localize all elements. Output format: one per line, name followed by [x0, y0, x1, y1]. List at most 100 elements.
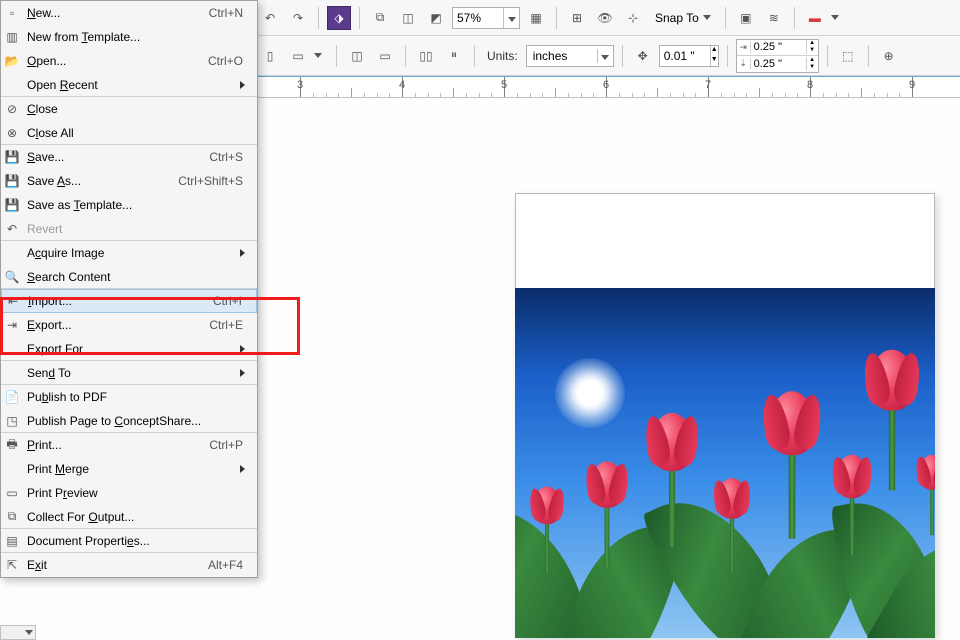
- tool-btn-d[interactable]: ◩: [424, 6, 448, 30]
- ruler-tick: [593, 93, 594, 97]
- menu-item-publish-concept[interactable]: ◳Publish Page to ConceptShare...: [1, 409, 257, 433]
- ruler-tick: [861, 88, 862, 97]
- nudge-input[interactable]: [660, 46, 710, 66]
- spin-up[interactable]: ▲: [711, 46, 718, 56]
- blank-icon: [1, 458, 23, 480]
- ruler-tick: [683, 93, 684, 97]
- tool-btn-i[interactable]: ▣: [734, 6, 758, 30]
- ruler-tick: [530, 93, 531, 97]
- menu-label: Close: [23, 102, 249, 116]
- menu-item-doc-props[interactable]: ▤Document Properties...: [1, 529, 257, 553]
- prop-btn-f[interactable]: ⊕: [877, 44, 901, 68]
- close-all-icon: ⊗: [1, 122, 23, 144]
- menu-item-print-merge[interactable]: Print Merge: [1, 457, 257, 481]
- status-dropdown[interactable]: [0, 625, 36, 640]
- menu-shortcut: Ctrl+I: [213, 294, 248, 308]
- dup-y-input[interactable]: [751, 56, 806, 71]
- ruler-tick: [338, 93, 339, 97]
- zoom-dropdown[interactable]: [503, 8, 519, 28]
- dup-x-input[interactable]: [751, 40, 806, 55]
- spin-up[interactable]: ▲: [807, 57, 818, 64]
- menu-shortcut: Ctrl+N: [209, 6, 249, 20]
- menu-item-new[interactable]: ▫New...Ctrl+N: [1, 1, 257, 25]
- tool-btn-j[interactable]: ≋: [762, 6, 786, 30]
- prop-btn-b[interactable]: ▭: [373, 44, 397, 68]
- menu-item-open-recent[interactable]: Open Recent: [1, 73, 257, 97]
- menu-item-import[interactable]: ⇤Import...Ctrl+I: [1, 289, 257, 313]
- submenu-arrow-icon: [240, 249, 245, 257]
- menu-item-exit[interactable]: ⇱ExitAlt+F4: [1, 553, 257, 577]
- spin-up[interactable]: ▲: [807, 40, 818, 47]
- tool-btn-e[interactable]: ▦: [524, 6, 548, 30]
- separator: [794, 7, 795, 29]
- prop-btn-a[interactable]: ◫: [345, 44, 369, 68]
- tool-btn-h[interactable]: ⊹: [621, 6, 645, 30]
- ruler-tick: [632, 93, 633, 97]
- ruler-tick: [517, 93, 518, 97]
- menu-label: Search Content: [23, 270, 249, 284]
- zoom-input[interactable]: [453, 8, 503, 28]
- menu-item-send-to[interactable]: Send To: [1, 361, 257, 385]
- menu-item-search-content[interactable]: 🔍Search Content: [1, 265, 257, 289]
- separator: [556, 7, 557, 29]
- ruler-tick: [415, 93, 416, 97]
- menu-item-close-all[interactable]: ⊗Close All: [1, 121, 257, 145]
- units-select[interactable]: inches: [526, 45, 614, 67]
- menu-label: Publish Page to ConceptShare...: [23, 414, 249, 428]
- blank-icon: [1, 338, 23, 360]
- ruler-tick: [657, 88, 658, 97]
- spin-down[interactable]: ▼: [711, 56, 718, 66]
- orient-landscape[interactable]: ▭: [286, 44, 310, 68]
- menu-item-publish-pdf[interactable]: 📄Publish to PDF: [1, 385, 257, 409]
- menu-item-new-template[interactable]: ▥New from Template...: [1, 25, 257, 49]
- orient-portrait[interactable]: ▯: [258, 44, 282, 68]
- menu-shortcut: Ctrl+S: [209, 150, 249, 164]
- menu-item-export-for[interactable]: Export For: [1, 337, 257, 361]
- menu-item-save[interactable]: 💾Save...Ctrl+S: [1, 145, 257, 169]
- ruler-tick: [785, 93, 786, 97]
- units-dropdown[interactable]: [597, 49, 613, 63]
- menu-item-print[interactable]: 🖶Print...Ctrl+P: [1, 433, 257, 457]
- units-value: inches: [527, 49, 597, 63]
- menu-item-print-preview[interactable]: ▭Print Preview: [1, 481, 257, 505]
- snap-to-dropdown[interactable]: Snap To: [649, 11, 717, 25]
- dup-x-icon: ⇥: [737, 42, 751, 53]
- menu-label: Save as Template...: [23, 198, 249, 212]
- prop-btn-c[interactable]: ▯▯: [414, 44, 438, 68]
- tool-btn-c[interactable]: ◫: [396, 6, 420, 30]
- tool-btn-k[interactable]: ▬: [803, 6, 827, 30]
- menu-label: Open Recent: [23, 78, 240, 92]
- menu-item-acquire-image[interactable]: Acquire Image: [1, 241, 257, 265]
- ruler-tick: [364, 93, 365, 97]
- duplicate-distance: ⇥ ▲▼ ⇣ ▲▼: [736, 39, 819, 73]
- caret-down-icon: [314, 53, 322, 58]
- tool-btn-f[interactable]: ⊞: [565, 6, 589, 30]
- prop-btn-d[interactable]: ᴵᴵᴵ: [442, 44, 466, 68]
- file-menu[interactable]: ▫New...Ctrl+N▥New from Template...📂Open.…: [0, 0, 258, 578]
- spin-down[interactable]: ▼: [807, 47, 818, 54]
- tool-btn-g[interactable]: 👁: [593, 6, 617, 30]
- menu-item-open[interactable]: 📂Open...Ctrl+O: [1, 49, 257, 73]
- redo-btn[interactable]: ↷: [286, 6, 310, 30]
- menu-item-save-as[interactable]: 💾Save As...Ctrl+Shift+S: [1, 169, 257, 193]
- menu-item-close[interactable]: ⊘Close: [1, 97, 257, 121]
- tool-btn-a[interactable]: ⬗: [327, 6, 351, 30]
- prop-btn-e[interactable]: ⬚: [836, 44, 860, 68]
- tulip: [768, 391, 816, 538]
- menu-label: Print Preview: [23, 486, 249, 500]
- undo-btn[interactable]: ↶: [258, 6, 282, 30]
- zoom-level[interactable]: [452, 7, 520, 29]
- ruler-tick: [759, 88, 760, 97]
- separator: [336, 45, 337, 67]
- submenu-arrow-icon: [240, 465, 245, 473]
- placed-image[interactable]: [515, 288, 935, 638]
- nudge-distance[interactable]: ▲ ▼: [659, 45, 719, 67]
- menu-item-collect-output[interactable]: ⧉Collect For Output...: [1, 505, 257, 529]
- menu-item-export[interactable]: ⇥Export...Ctrl+E: [1, 313, 257, 337]
- ruler-tick: [670, 93, 671, 97]
- separator: [725, 7, 726, 29]
- spin-down[interactable]: ▼: [807, 64, 818, 71]
- ruler-label: 4: [399, 79, 405, 91]
- tool-btn-b[interactable]: ⧉: [368, 6, 392, 30]
- menu-item-save-template[interactable]: 💾Save as Template...: [1, 193, 257, 217]
